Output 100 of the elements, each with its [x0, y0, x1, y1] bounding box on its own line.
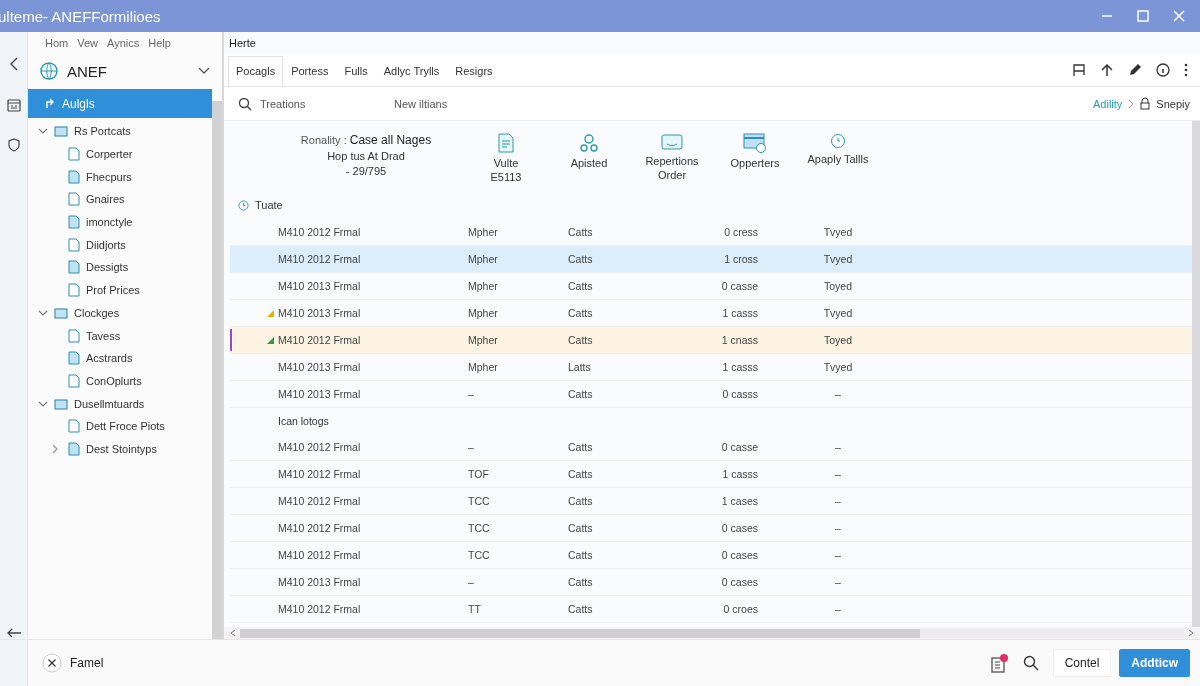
- globe-icon: [39, 61, 59, 81]
- table-cell-text: Tvyed: [822, 226, 854, 238]
- calendar-clock-icon: [743, 133, 767, 153]
- tree-item[interactable]: Dessigts: [28, 256, 212, 279]
- tree-item[interactable]: ConOplurts: [28, 369, 212, 393]
- table-row[interactable]: M410 2012 Frmal Mpher Catts 1 cnass Toyed: [230, 327, 1192, 354]
- breadcrumb-current: Snepiy: [1156, 97, 1190, 110]
- table-cell-text: Toyed: [823, 280, 853, 292]
- table-cell-text: M410 2012 Frmal: [278, 495, 362, 507]
- ribbon-button[interactable]: Repertions Order: [632, 133, 712, 182]
- tab[interactable]: Adlyc Trylls: [375, 56, 448, 86]
- tree-item[interactable]: imonctyle: [28, 210, 212, 234]
- table-row[interactable]: M410 2013 Frmal – Catts 0 cases –: [230, 569, 1192, 596]
- table-cell-text: Catts: [568, 495, 594, 507]
- new-items-link[interactable]: New iltians: [394, 97, 448, 110]
- menu-item[interactable]: Hom: [45, 37, 69, 55]
- ribbon-button[interactable]: Opperters: [715, 133, 795, 170]
- table-cell-text: M410 2013 Frmal: [278, 576, 362, 588]
- scroll-left-icon[interactable]: [230, 629, 236, 637]
- table-row[interactable]: M410 2012 Frmal Mpher Catts 1 cross Tvyed: [230, 246, 1192, 273]
- table-row[interactable]: M410 2013 Frmal – Catts 0 casss –: [230, 381, 1192, 408]
- table-cell-text: 0 cases: [720, 522, 758, 534]
- tree-item[interactable]: Rs Portcats: [28, 120, 212, 143]
- tree-item[interactable]: Dett Froce Piots: [28, 414, 212, 438]
- tree-item[interactable]: Corperter: [28, 142, 212, 166]
- file-icon: [68, 169, 80, 184]
- close-icon[interactable]: [1172, 9, 1186, 23]
- ribbon-title: Case all Nages: [349, 133, 432, 147]
- table-cell-text: Catts: [568, 522, 594, 534]
- tree-item[interactable]: Diidjorts: [28, 233, 212, 257]
- table-cell-text: TOF: [468, 468, 490, 480]
- table-cell-text: TCC: [468, 522, 491, 534]
- table-row[interactable]: M410 2012 Frmal TCC Catts 1 cases –: [230, 488, 1192, 515]
- menu-item[interactable]: Aynics: [107, 37, 140, 55]
- table-cell-text: –: [834, 441, 842, 453]
- tree-item[interactable]: Prof Prices: [28, 278, 212, 302]
- horizontal-scrollbar[interactable]: [240, 628, 920, 638]
- back-arrow-icon[interactable]: [5, 627, 22, 639]
- table-row[interactable]: M410 2012 Frmal TOF Catts 1 casss –: [230, 461, 1192, 488]
- tab[interactable]: Portess: [283, 56, 337, 86]
- table-cell-text: Catts: [568, 388, 594, 400]
- table-cell-text: M410 2012 Frmal: [278, 549, 362, 561]
- table-cell-text: Mpher: [468, 361, 499, 373]
- calendar-icon[interactable]: [6, 98, 21, 112]
- tree-item[interactable]: Dest Stointyps: [28, 437, 212, 461]
- scroll-right-icon[interactable]: [1188, 629, 1194, 637]
- table-row[interactable]: M410 2012 Frmal TCC Catts 0 cases –: [230, 542, 1192, 569]
- table-cell-text: M410 2012 Frmal: [278, 334, 362, 346]
- ribbon-button[interactable]: Vulte E5113: [466, 133, 546, 184]
- pencil-icon[interactable]: [1128, 63, 1142, 77]
- info-icon[interactable]: [1156, 63, 1170, 77]
- file-icon: [68, 351, 80, 366]
- ribbon-button[interactable]: Apisted: [549, 133, 629, 170]
- table-cell-text: Latts: [568, 361, 592, 373]
- vertical-scrollbar[interactable]: [1192, 121, 1200, 627]
- search-icon[interactable]: [1022, 655, 1039, 671]
- notes-icon[interactable]: [990, 653, 1009, 673]
- table-cell-text: –: [834, 495, 842, 507]
- tree-item[interactable]: Gnaires: [28, 188, 212, 211]
- menu-item[interactable]: Vew: [77, 37, 99, 55]
- menu-item[interactable]: Help: [148, 37, 171, 55]
- section-title: Tuate: [255, 199, 283, 211]
- workspace-dropdown[interactable]: ANEF: [28, 55, 222, 87]
- tree-item[interactable]: Tavess: [28, 324, 212, 347]
- table-row[interactable]: M410 2013 Frmal Mpher Latts 1 casss Tvyed: [230, 354, 1192, 381]
- table-cell-text: Toyed: [823, 334, 853, 346]
- tab[interactable]: Pocagls: [228, 56, 284, 86]
- file-icon: [68, 260, 80, 275]
- filter-chip[interactable]: Famel: [42, 653, 104, 673]
- table-cell-text: –: [834, 388, 842, 400]
- file-icon: [68, 237, 80, 252]
- tree-item[interactable]: Dusellmtuards: [28, 392, 212, 415]
- table-row[interactable]: M410 2012 Frmal – Catts 0 casse –: [230, 434, 1192, 461]
- table-cell-text: –: [468, 576, 475, 588]
- tree-item[interactable]: Clockges: [28, 301, 212, 325]
- table-row[interactable]: M410 2012 Frmal TCC Catts 0 cases –: [230, 515, 1192, 542]
- chevron-icon[interactable]: [50, 443, 60, 454]
- search-icon: [238, 96, 252, 111]
- table-row[interactable]: M410 2013 Frmal Mpher Catts 0 casse Toyed: [230, 273, 1192, 300]
- people-icon: [579, 133, 599, 153]
- file-icon: [68, 215, 80, 230]
- maximize-icon[interactable]: [1136, 9, 1150, 23]
- up-arrow-icon[interactable]: [1100, 63, 1114, 77]
- table-row[interactable]: M410 2012 Frmal TT Catts 0 croes –: [230, 596, 1192, 623]
- cancel-button[interactable]: Contel: [1052, 649, 1112, 677]
- tree-item[interactable]: Acstrards: [28, 346, 212, 370]
- table-cell-text: 1 casss: [721, 361, 758, 373]
- shield-icon[interactable]: [6, 138, 21, 152]
- table-cell-text: 0 casse: [720, 280, 758, 292]
- tree-item[interactable]: Fhecpurs: [28, 165, 212, 189]
- page-header: Herte: [228, 36, 257, 51]
- ribbon-button[interactable]: Apaply Tallls: [798, 133, 878, 166]
- tab[interactable]: Fulls: [336, 56, 376, 86]
- table-cell-text: Catts: [568, 441, 594, 453]
- search-field[interactable]: Treations: [258, 96, 372, 111]
- more-icon[interactable]: [1184, 63, 1188, 77]
- table-cell-text: 0 cress: [723, 226, 758, 238]
- vertical-scrollbar[interactable]: [212, 101, 222, 639]
- table-cell-text: 1 casss: [721, 307, 758, 319]
- tab[interactable]: Resigrs: [447, 56, 501, 86]
